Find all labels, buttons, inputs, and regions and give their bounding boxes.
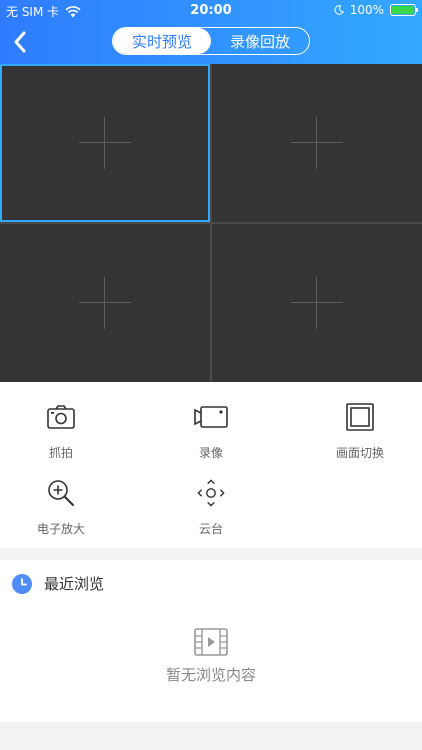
add-camera-plus-icon	[291, 277, 343, 329]
ptz-icon	[197, 479, 225, 507]
battery-tip	[416, 8, 418, 12]
control-panel: 抓拍 录像 画面切换 电子放大 云台	[0, 382, 422, 548]
ptz-label: 云台	[198, 522, 223, 536]
battery-fill	[392, 6, 413, 14]
add-camera-plus-icon	[79, 277, 131, 329]
camera-icon	[47, 405, 75, 429]
tab-live-preview[interactable]: 实时预览	[113, 28, 211, 54]
clock-icon	[12, 573, 32, 594]
digital-zoom-button[interactable]: 电子放大	[11, 478, 111, 537]
snapshot-label: 抓拍	[48, 446, 73, 460]
film-icon	[194, 628, 228, 656]
layout-switch-icon	[346, 403, 374, 431]
empty-state: 暂无浏览内容	[0, 628, 422, 685]
bottom-spacer	[0, 722, 422, 750]
layout-switch-label: 画面切换	[335, 446, 384, 460]
add-camera-plus-icon	[79, 117, 131, 169]
tab-playback[interactable]: 录像回放	[211, 28, 309, 54]
recent-title: 最近浏览	[44, 575, 105, 593]
ptz-button[interactable]: 云台	[161, 478, 261, 537]
moon-icon	[334, 5, 344, 15]
ptz-icon-wrap	[196, 478, 226, 508]
chevron-left-icon	[14, 31, 26, 53]
snapshot-icon-wrap	[46, 402, 76, 432]
record-icon-wrap	[193, 402, 229, 432]
recent-browsing-section: 最近浏览 暂无浏览内容	[0, 560, 422, 722]
battery-percent: 100%	[349, 3, 384, 17]
digital-zoom-label: 电子放大	[36, 522, 85, 536]
battery-icon	[390, 4, 418, 16]
zoom-icon-wrap	[46, 478, 76, 508]
video-slot-4[interactable]	[212, 224, 422, 382]
empty-state-text: 暂无浏览内容	[165, 666, 256, 684]
add-camera-plus-icon	[291, 117, 343, 169]
record-button[interactable]: 录像	[161, 402, 261, 461]
recent-header: 最近浏览	[12, 573, 104, 594]
status-bar: 无 SIM 卡 20:00 100%	[0, 0, 422, 22]
back-button[interactable]	[8, 28, 32, 56]
video-camera-icon	[194, 406, 228, 428]
view-mode-segmented-control: 实时预览 录像回放	[112, 27, 310, 55]
video-grid	[0, 64, 422, 382]
layout-switch-button[interactable]: 画面切换	[310, 402, 410, 461]
record-label: 录像	[198, 446, 223, 460]
header: 无 SIM 卡 20:00 100% 实时预览 录像回放	[0, 0, 422, 64]
status-right: 100%	[334, 3, 418, 17]
app-root: 无 SIM 卡 20:00 100% 实时预览 录像回放 抓拍 录像 画面切换 …	[0, 0, 422, 750]
video-slot-3[interactable]	[0, 224, 210, 382]
layout-switch-icon-wrap	[345, 402, 375, 432]
video-slot-2[interactable]	[212, 64, 422, 222]
snapshot-button[interactable]: 抓拍	[11, 402, 111, 461]
video-slot-1[interactable]	[0, 64, 210, 222]
zoom-in-icon	[48, 480, 74, 506]
